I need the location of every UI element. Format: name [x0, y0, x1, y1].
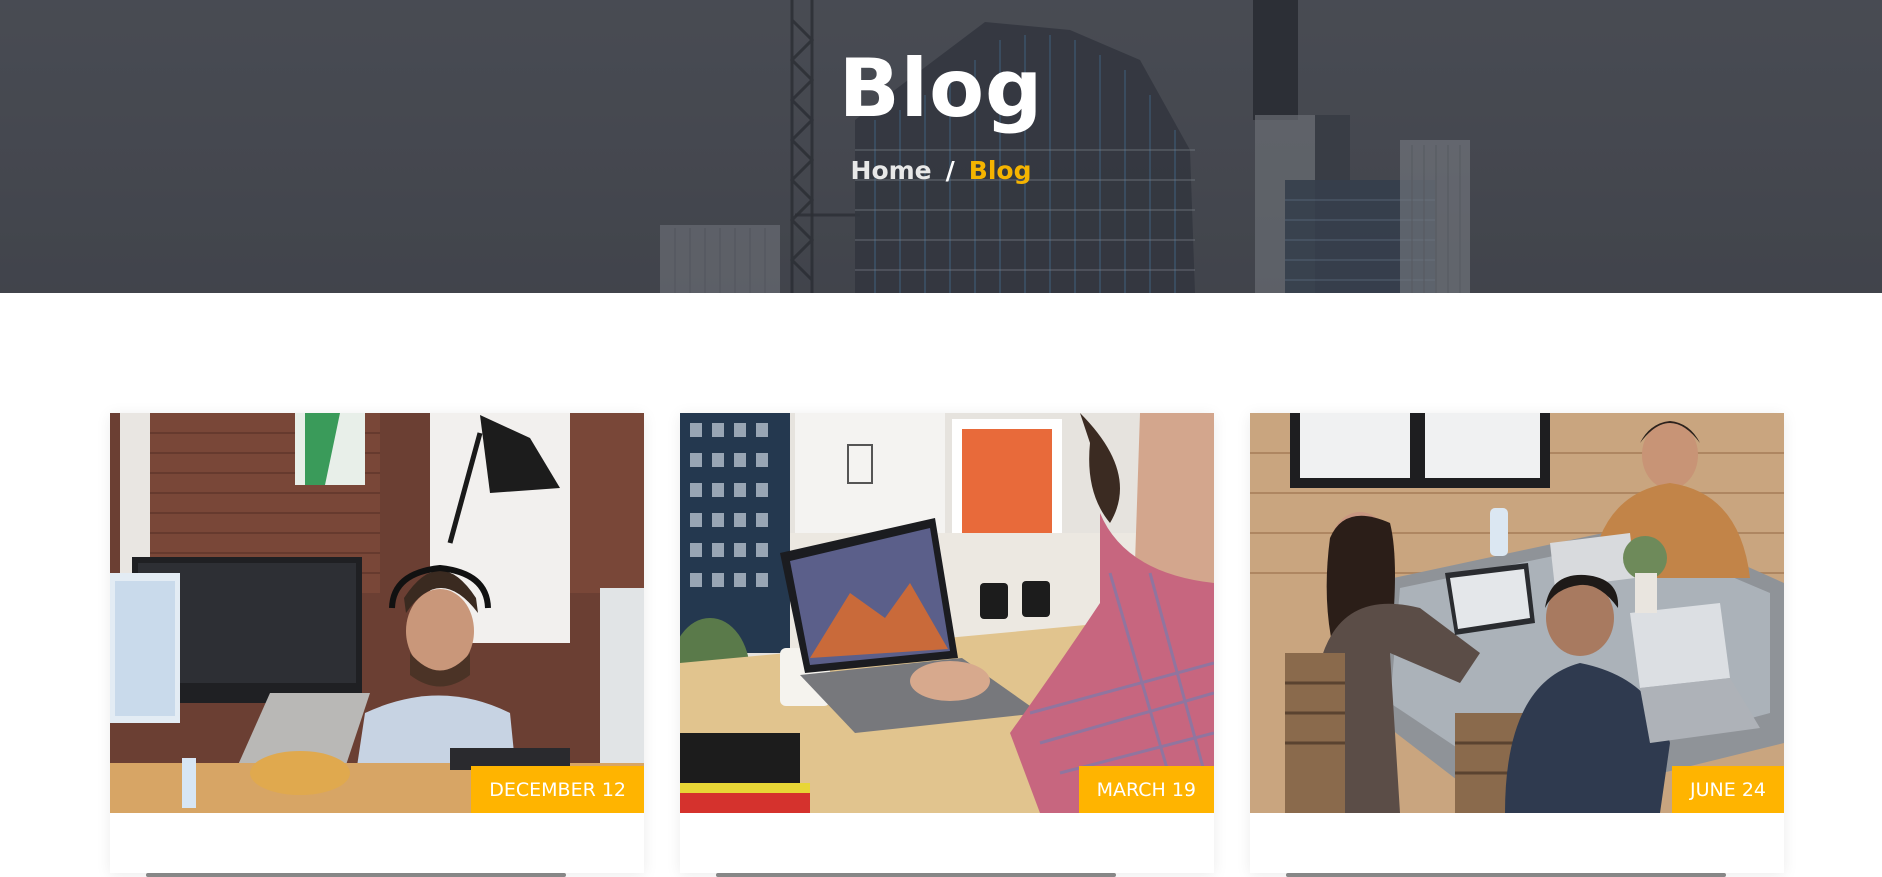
blog-post-card[interactable]: JUNE 24: [1250, 413, 1784, 877]
post-date-badge: JUNE 24: [1672, 766, 1784, 813]
breadcrumb-current: Blog: [968, 156, 1032, 185]
post-image-link[interactable]: JUNE 24: [1250, 413, 1784, 813]
breadcrumb-home-link[interactable]: Home: [851, 156, 932, 185]
post-date-badge: MARCH 19: [1078, 766, 1214, 813]
page-title: Blog: [838, 42, 1044, 135]
page-header-banner: Blog Home / Blog: [0, 0, 1882, 293]
laptop-on-wooden-desk-photo: [680, 413, 1214, 813]
post-image-link[interactable]: DECEMBER 12: [110, 413, 644, 813]
post-date-badge: DECEMBER 12: [471, 766, 644, 813]
breadcrumb-separator: /: [945, 156, 955, 185]
blog-post-card[interactable]: MARCH 19: [680, 413, 1214, 877]
post-image-link[interactable]: MARCH 19: [680, 413, 1214, 813]
blog-post-card[interactable]: DECEMBER 12: [110, 413, 644, 877]
man-with-headset-at-desk-photo: [110, 413, 644, 813]
breadcrumb: Home / Blog: [0, 156, 1882, 185]
team-working-at-table-photo: [1250, 413, 1784, 813]
